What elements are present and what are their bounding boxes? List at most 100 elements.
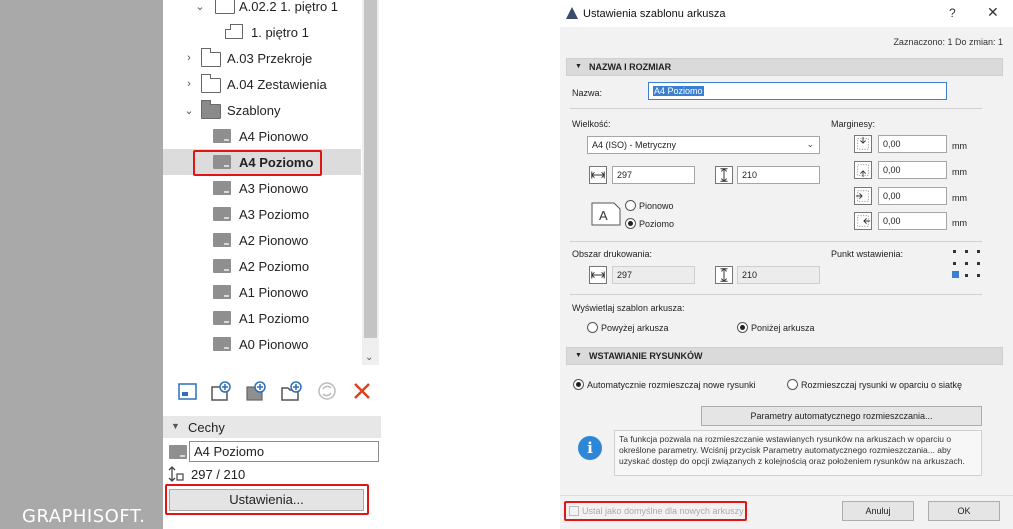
section-drawing-placement[interactable]: ▼ WSTAWIANIE RYSUNKÓW [566, 347, 1003, 365]
layout-name-field[interactable]: A4 Poziomo [189, 441, 379, 462]
anchor-point-grid[interactable] [952, 249, 982, 279]
archicad-logo-icon [566, 7, 578, 19]
size-label: Wielkość: [572, 119, 611, 129]
chevron-down-icon: ⌄ [806, 139, 814, 149]
tree-item-a1-poziomo[interactable]: A1 Poziomo [163, 305, 361, 331]
divider [570, 108, 982, 109]
section-name-size[interactable]: ▼ NAZWA I ROZMIAR [566, 58, 1003, 76]
tree-item-a03[interactable]: › A.03 Przekroje [163, 45, 361, 71]
margin-left-input[interactable]: 0,00 [878, 187, 947, 205]
navigator-toolbar [163, 372, 381, 408]
tree-item-a4-pionowo[interactable]: A4 Pionowo [163, 123, 361, 149]
folder-icon [200, 74, 221, 93]
anchor-point[interactable] [977, 262, 980, 265]
margin-top-input[interactable]: 0,00 [878, 135, 947, 153]
divider [570, 241, 982, 242]
dialog-titlebar: Ustawienia szablonu arkusza ? ✕ [560, 0, 1013, 27]
anchor-label: Punkt wstawienia: [831, 249, 904, 259]
tree-item-label: 1. piętro 1 [251, 24, 309, 40]
tree-item-a0-pionowo[interactable]: A0 Pionowo [163, 331, 361, 357]
margin-right-input[interactable]: 0,00 [878, 212, 947, 230]
navigator-panel: ⌄ A.02.2 1. piętro 1 1. piętro 1 › A.03 … [163, 0, 381, 529]
tree-item-a3-pionowo[interactable]: A3 Pionowo [163, 175, 361, 201]
new-folder-icon[interactable] [280, 380, 302, 402]
navigator-scrollbar[interactable]: ⌄ [362, 0, 379, 365]
master-layout-icon [213, 259, 231, 273]
margin-right-icon [854, 212, 872, 230]
anchor-point[interactable] [965, 262, 968, 265]
tree-item-a022[interactable]: ⌄ A.02.2 1. piętro 1 [163, 0, 361, 19]
tree-item-a2-pionowo[interactable]: A2 Pionowo [163, 227, 361, 253]
below-sheet-radio[interactable] [737, 322, 748, 333]
navigator-tree: ⌄ A.02.2 1. piętro 1 1. piętro 1 › A.03 … [163, 0, 361, 365]
print-height-value: 210 [737, 266, 820, 284]
close-button[interactable]: ✕ [987, 4, 999, 21]
margin-bottom-input[interactable]: 0,00 [878, 161, 947, 179]
properties-header[interactable]: ▼ Cechy [163, 416, 381, 438]
new-master-layout-icon[interactable] [245, 380, 267, 402]
master-layout-icon [213, 233, 231, 247]
tree-item-label: A1 Poziomo [239, 310, 310, 326]
new-layout-icon[interactable] [177, 380, 199, 402]
tree-item-szablony[interactable]: ⌄ Szablony [163, 97, 361, 123]
delete-icon[interactable] [351, 380, 373, 402]
auto-place-radio[interactable] [573, 379, 584, 390]
scroll-thumb[interactable] [364, 0, 377, 338]
chevron-down-icon[interactable]: ⌄ [183, 104, 195, 117]
folder-icon [200, 48, 221, 67]
tree-item-a2-poziomo[interactable]: A2 Poziomo [163, 253, 361, 279]
ok-button[interactable]: OK [928, 501, 1000, 521]
tree-item-label: A2 Pionowo [239, 232, 309, 248]
highlight-box [165, 484, 369, 515]
chevron-right-icon[interactable]: › [183, 78, 195, 90]
divider [570, 294, 982, 295]
orientation-icon: A [591, 202, 621, 226]
highlight-box [564, 501, 747, 521]
anchor-point[interactable] [965, 250, 968, 253]
height-input[interactable]: 210 [737, 166, 820, 184]
help-button[interactable]: ? [949, 6, 956, 20]
tree-item-pietro[interactable]: 1. piętro 1 [163, 19, 361, 45]
anchor-point[interactable] [977, 274, 980, 277]
anchor-point[interactable] [953, 250, 956, 253]
landscape-radio[interactable] [625, 218, 636, 229]
portrait-radio[interactable] [625, 200, 636, 211]
width-input[interactable]: 297 [612, 166, 695, 184]
margin-top-icon [854, 135, 872, 153]
chevron-right-icon[interactable]: › [183, 52, 195, 64]
tree-item-a1-pionowo[interactable]: A1 Pionowo [163, 279, 361, 305]
master-layout-icon [213, 311, 231, 325]
grid-place-radio[interactable] [787, 379, 798, 390]
screenshot-root: GRAPHISOFT. ⌄ A.02.2 1. piętro 1 1. pięt… [0, 0, 1013, 529]
margin-left-icon [854, 187, 872, 205]
cancel-button[interactable]: Anuluj [842, 501, 914, 521]
master-layout-icon [213, 207, 231, 221]
width-icon [589, 166, 607, 184]
auto-placement-params-button[interactable]: Parametry automatycznego rozmieszczania.… [701, 406, 982, 426]
master-layout-icon [213, 337, 231, 351]
anchor-point[interactable] [965, 274, 968, 277]
layout-size-text: 297 / 210 [191, 467, 246, 482]
size-select-value: A4 (ISO) - Metryczny [592, 140, 677, 150]
size-select[interactable]: A4 (ISO) - Metryczny ⌄ [587, 136, 820, 154]
chevron-down-icon[interactable]: ⌄ [365, 352, 373, 363]
tree-item-a3-poziomo[interactable]: A3 Poziomo [163, 201, 361, 227]
grid-place-label: Rozmieszczaj rysunki w oparciu o siatkę [801, 380, 963, 390]
tree-item-label: A4 Pionowo [239, 128, 309, 144]
tree-item-label: A.03 Przekroje [227, 50, 313, 66]
anchor-point[interactable] [977, 250, 980, 253]
below-sheet-label: Poniżej arkusza [751, 323, 815, 333]
chevron-down-icon[interactable]: ⌄ [194, 0, 206, 13]
anchor-point-selected[interactable] [952, 271, 959, 278]
new-subset-icon[interactable] [210, 380, 232, 402]
master-layout-icon [213, 129, 231, 143]
tree-item-a04[interactable]: › A.04 Zestawienia [163, 71, 361, 97]
section-title: NAZWA I ROZMIAR [589, 62, 672, 72]
refresh-icon [318, 382, 336, 400]
tree-item-label: A0 Pionowo [239, 336, 309, 352]
anchor-point[interactable] [953, 262, 956, 265]
above-sheet-radio[interactable] [587, 322, 598, 333]
info-text: Ta funkcja pozwala na rozmieszczanie wst… [614, 430, 982, 476]
name-input[interactable]: A4 Poziomo [648, 82, 947, 100]
tree-item-label: A.04 Zestawienia [227, 76, 327, 92]
